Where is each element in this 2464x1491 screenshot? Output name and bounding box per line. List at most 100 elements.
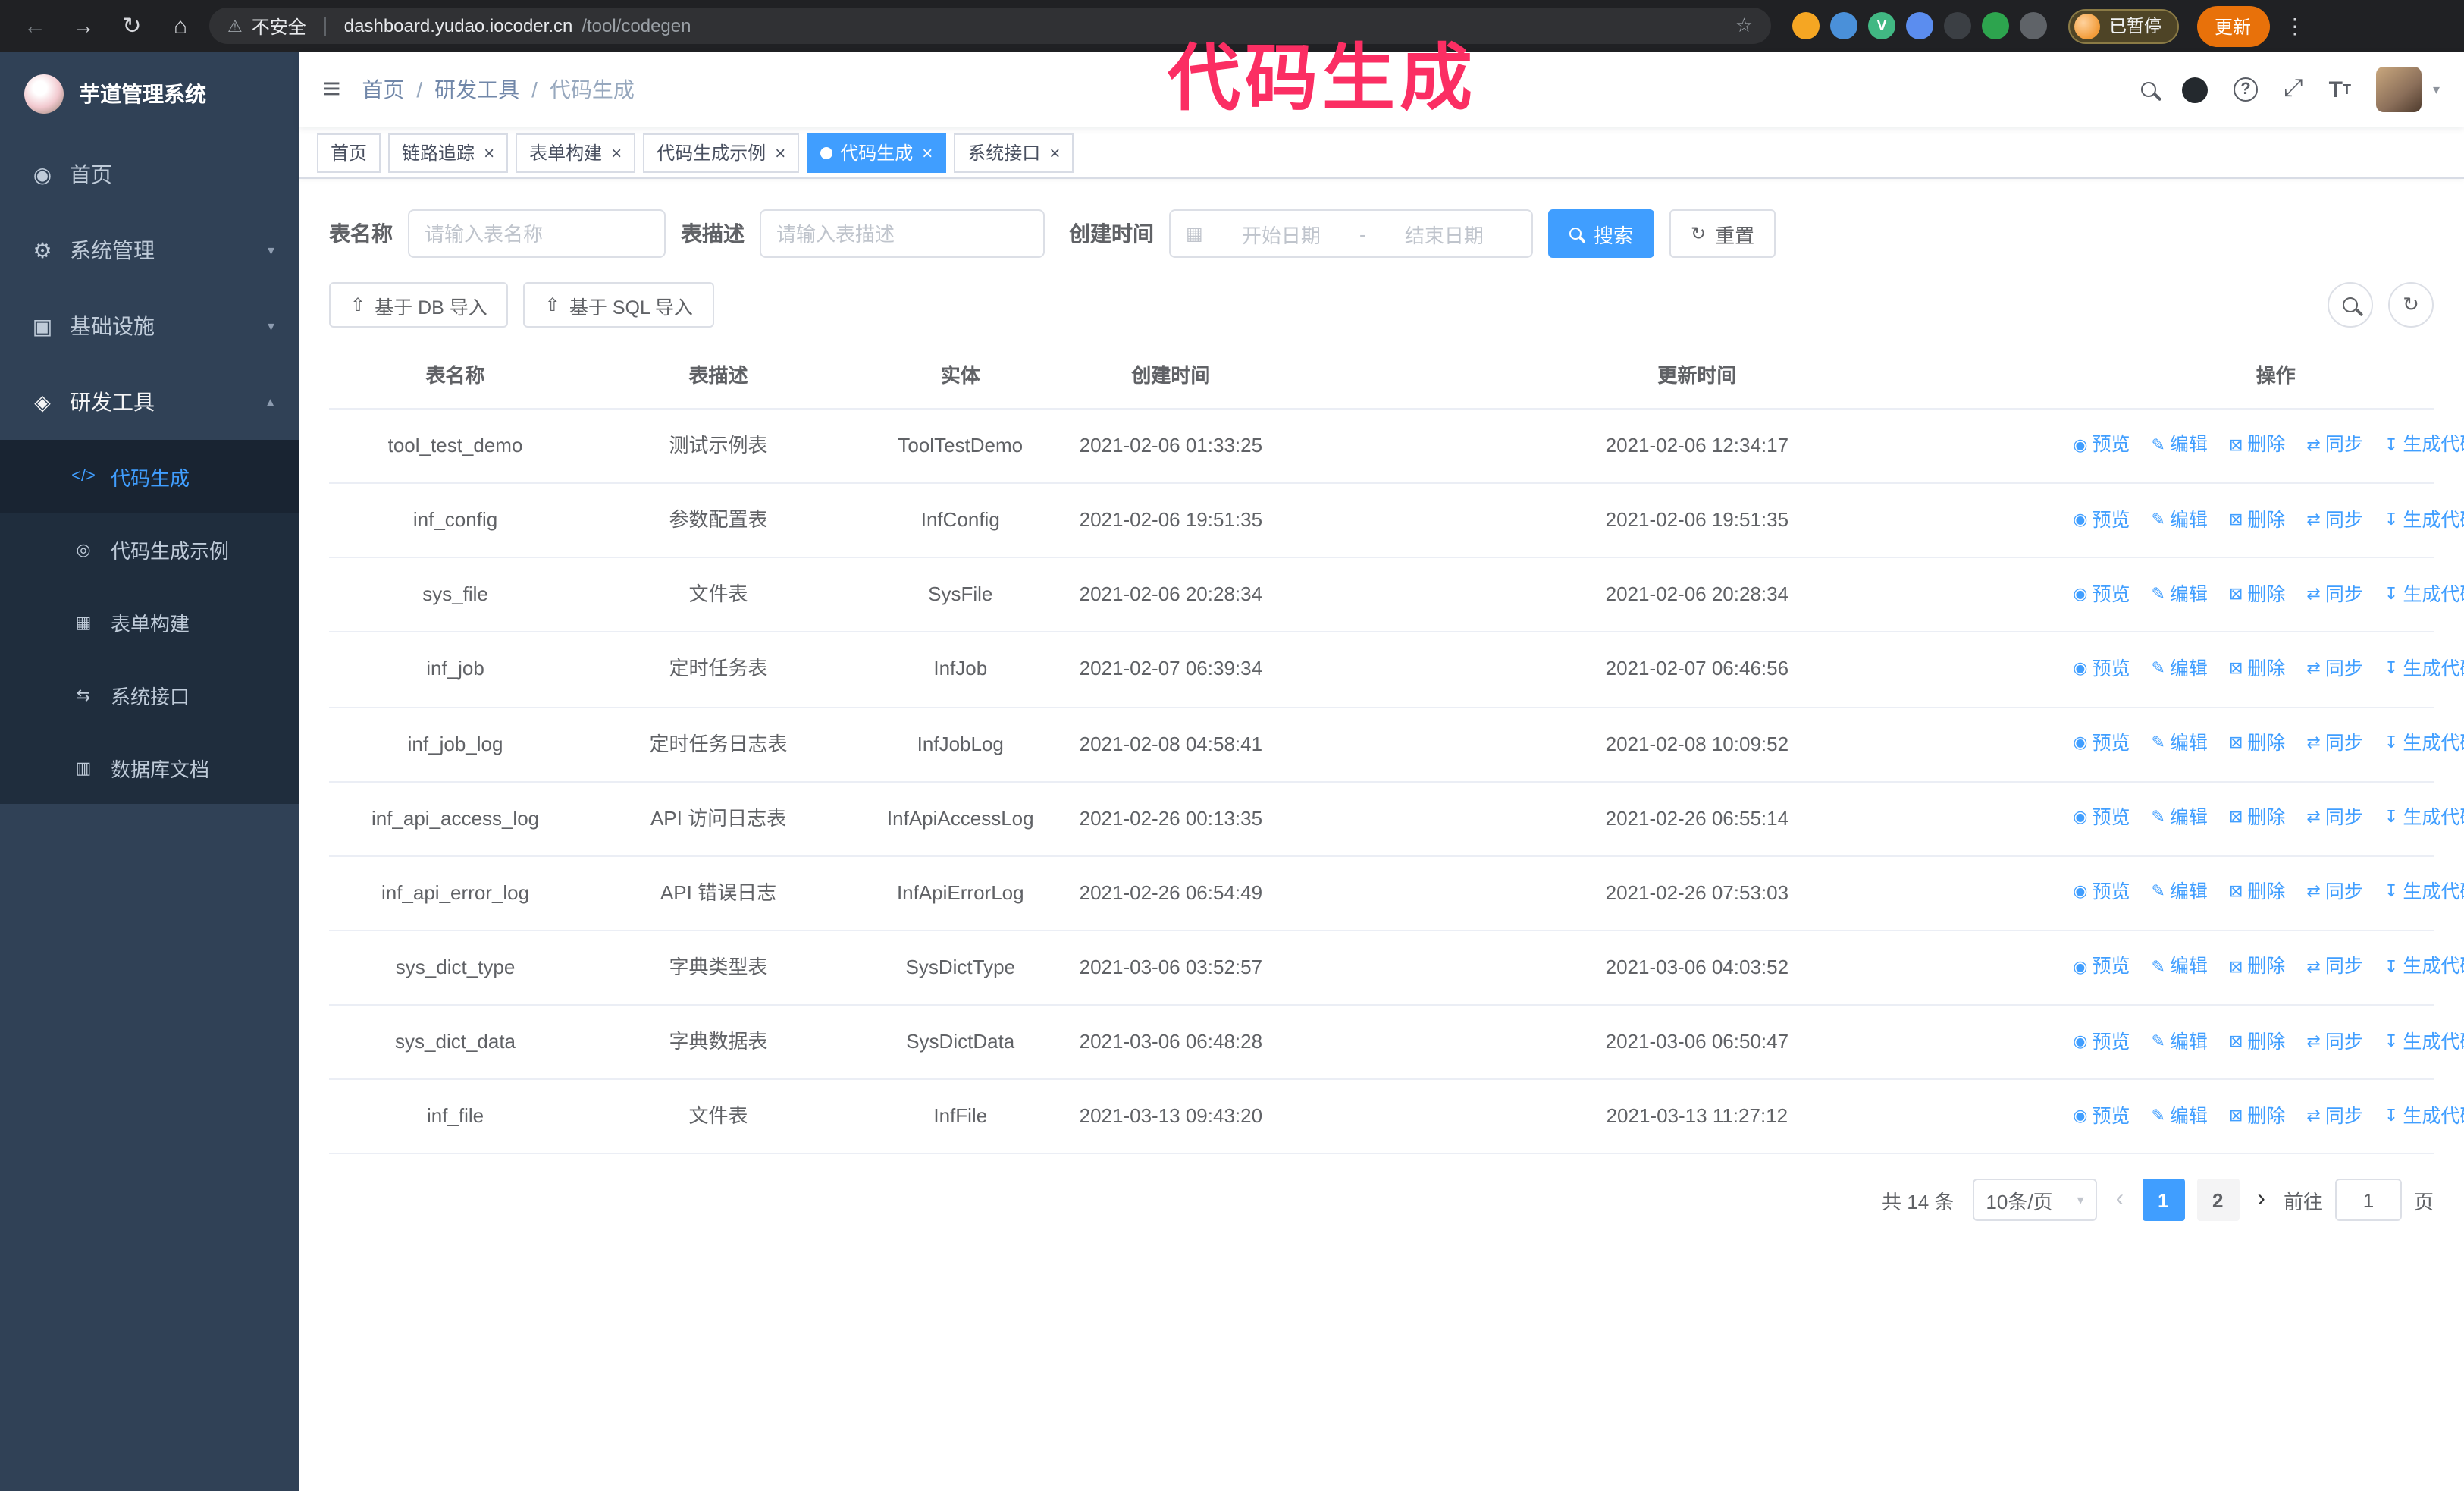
edit-link[interactable]: ✎ 编辑 [2151, 506, 2207, 535]
tab[interactable]: 表单构建 × [516, 133, 636, 172]
delete-link[interactable]: ⊠ 删除 [2229, 804, 2285, 833]
close-icon[interactable]: × [484, 142, 494, 163]
delete-link[interactable]: ⊠ 删除 [2229, 878, 2285, 908]
search-icon[interactable] [2140, 82, 2156, 97]
search-button[interactable]: 搜索 [1548, 209, 1655, 258]
tab[interactable]: 系统接口 × [954, 133, 1074, 172]
page-number-1[interactable]: 1 [2142, 1179, 2185, 1222]
breadcrumb-item[interactable]: 研发工具 [404, 74, 519, 105]
preview-link[interactable]: ◉ 预览 [2073, 953, 2130, 983]
generate-code-link[interactable]: ↧生成代码 [2384, 432, 2464, 461]
sidebar-subitem[interactable]: ◎ 代码生成示例 [0, 513, 299, 585]
delete-link[interactable]: ⊠ 删除 [2229, 1028, 2285, 1057]
edit-link[interactable]: ✎ 编辑 [2151, 953, 2207, 983]
delete-link[interactable]: ⊠ 删除 [2229, 580, 2285, 610]
edit-link[interactable]: ✎ 编辑 [2151, 432, 2207, 461]
breadcrumb-item[interactable]: 代码生成 [519, 74, 635, 105]
generate-code-link[interactable]: ↧生成代码 [2384, 580, 2464, 610]
page-number-2[interactable]: 2 [2196, 1179, 2240, 1222]
generate-code-link[interactable]: ↧生成代码 [2384, 878, 2464, 908]
next-page-button[interactable]: › [2251, 1187, 2271, 1214]
delete-link[interactable]: ⊠ 删除 [2229, 730, 2285, 759]
hamburger-icon[interactable]: ≡ [323, 72, 340, 107]
extension-icon[interactable]: V [1868, 12, 1895, 39]
generate-code-link[interactable]: ↧生成代码 [2384, 730, 2464, 759]
logo[interactable]: 芋道管理系统 [0, 52, 299, 137]
browser-menu-icon[interactable]: ⋮ [2278, 13, 2312, 39]
sidebar-subitem[interactable]: </> 代码生成 [0, 440, 299, 513]
delete-link[interactable]: ⊠ 删除 [2229, 1102, 2285, 1132]
delete-link[interactable]: ⊠ 删除 [2229, 953, 2285, 983]
preview-link[interactable]: ◉ 预览 [2073, 432, 2130, 461]
preview-link[interactable]: ◉ 预览 [2073, 804, 2130, 833]
preview-link[interactable]: ◉ 预览 [2073, 506, 2130, 535]
help-icon[interactable]: ? [2233, 77, 2258, 102]
sync-link[interactable]: ⇄ 同步 [2306, 730, 2362, 759]
close-icon[interactable]: × [611, 142, 622, 163]
home-icon[interactable]: ⌂ [161, 13, 200, 39]
sidebar-subitem[interactable]: ▦ 表单构建 [0, 585, 299, 658]
extension-icon[interactable] [1792, 12, 1820, 39]
extension-icon[interactable] [1944, 12, 1971, 39]
edit-link[interactable]: ✎ 编辑 [2151, 1028, 2207, 1057]
sync-link[interactable]: ⇄ 同步 [2306, 1102, 2362, 1132]
sync-link[interactable]: ⇄ 同步 [2306, 878, 2362, 908]
back-icon[interactable]: ← [15, 13, 55, 39]
sidebar-menu-item[interactable]: ▣ 基础设施 ▾ [0, 288, 299, 364]
edit-link[interactable]: ✎ 编辑 [2151, 804, 2207, 833]
sync-link[interactable]: ⇄ 同步 [2306, 432, 2362, 461]
github-icon[interactable] [2181, 77, 2208, 102]
tab[interactable]: 代码生成 × [807, 133, 947, 172]
fullscreen-icon[interactable]: ⤢ [2284, 76, 2303, 103]
edit-link[interactable]: ✎ 编辑 [2151, 655, 2207, 685]
import-db-button[interactable]: ⇧ 基于 DB 导入 [329, 282, 509, 328]
delete-link[interactable]: ⊠ 删除 [2229, 506, 2285, 535]
preview-link[interactable]: ◉ 预览 [2073, 1102, 2130, 1132]
sidebar-menu-item[interactable]: ◉ 首页 [0, 137, 299, 212]
delete-link[interactable]: ⊠ 删除 [2229, 432, 2285, 461]
generate-code-link[interactable]: ↧生成代码 [2384, 655, 2464, 685]
edit-link[interactable]: ✎ 编辑 [2151, 580, 2207, 610]
sync-link[interactable]: ⇄ 同步 [2306, 506, 2362, 535]
sync-link[interactable]: ⇄ 同步 [2306, 580, 2362, 610]
sync-link[interactable]: ⇄ 同步 [2306, 655, 2362, 685]
generate-code-link[interactable]: ↧生成代码 [2384, 1028, 2464, 1057]
chevron-down-icon[interactable]: ▾ [2433, 81, 2440, 98]
extension-icon[interactable] [1906, 12, 1933, 39]
close-icon[interactable]: × [922, 142, 933, 163]
reload-icon[interactable]: ↻ [112, 12, 152, 39]
sync-link[interactable]: ⇄ 同步 [2306, 953, 2362, 983]
sync-link[interactable]: ⇄ 同步 [2306, 1028, 2362, 1057]
generate-code-link[interactable]: ↧生成代码 [2384, 804, 2464, 833]
font-size-icon[interactable]: TT [2329, 77, 2351, 102]
preview-link[interactable]: ◉ 预览 [2073, 1028, 2130, 1057]
date-range-picker[interactable]: ▦ 开始日期 - 结束日期 [1169, 209, 1533, 258]
preview-link[interactable]: ◉ 预览 [2073, 655, 2130, 685]
bookmark-star-icon[interactable]: ☆ [1735, 14, 1753, 38]
sidebar-menu-item[interactable]: ⚙ 系统管理 ▾ [0, 212, 299, 288]
preview-link[interactable]: ◉ 预览 [2073, 878, 2130, 908]
extension-icon[interactable] [2020, 12, 2047, 39]
import-sql-button[interactable]: ⇧ 基于 SQL 导入 [523, 282, 714, 328]
prev-page-button[interactable]: ‹ [2110, 1187, 2130, 1214]
preview-link[interactable]: ◉ 预览 [2073, 730, 2130, 759]
reset-button[interactable]: ↻ 重置 [1669, 209, 1776, 258]
browser-update-button[interactable]: 更新 [2196, 5, 2270, 46]
sync-link[interactable]: ⇄ 同步 [2306, 804, 2362, 833]
page-size-select[interactable]: 10条/页 ▾ [1972, 1179, 2098, 1222]
close-icon[interactable]: × [1049, 142, 1060, 163]
sidebar-subitem[interactable]: ⇆ 系统接口 [0, 658, 299, 731]
user-avatar[interactable] [2376, 67, 2422, 112]
extension-icon[interactable] [1982, 12, 2009, 39]
sidebar-subitem[interactable]: ▥ 数据库文档 [0, 731, 299, 804]
generate-code-link[interactable]: ↧生成代码 [2384, 1102, 2464, 1132]
edit-link[interactable]: ✎ 编辑 [2151, 1102, 2207, 1132]
preview-link[interactable]: ◉ 预览 [2073, 580, 2130, 610]
toggle-search-button[interactable] [2328, 282, 2373, 328]
close-icon[interactable]: × [775, 142, 785, 163]
goto-page-input[interactable] [2334, 1179, 2402, 1222]
breadcrumb-item[interactable]: 首页 [362, 74, 404, 105]
sidebar-menu-item[interactable]: ◈ 研发工具 ▾ [0, 364, 299, 440]
tab[interactable]: 代码生成示例 × [643, 133, 800, 172]
tab[interactable]: 链路追踪 × [388, 133, 509, 172]
